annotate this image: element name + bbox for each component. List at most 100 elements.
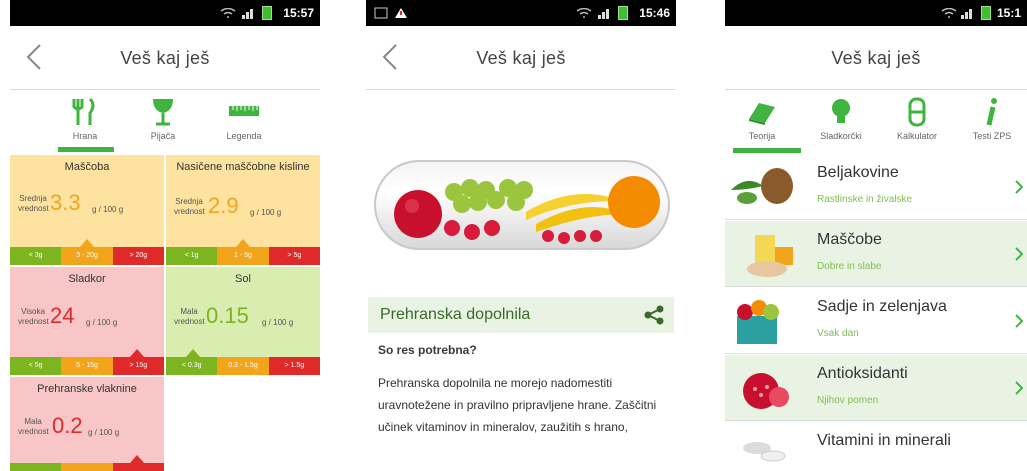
status-bar: 15:57 xyxy=(10,0,320,26)
list-item-title: Vitamini in minerali xyxy=(817,432,951,449)
article-subheading: So res potrebna? xyxy=(378,343,477,357)
active-tab-indicator xyxy=(733,148,801,153)
screen-nutrition-values: 15:57 Veš kaj ješ Hrana Pijača Legenda M… xyxy=(10,0,320,471)
tab-sladkorcki[interactable]: Sladkorčki xyxy=(805,91,877,153)
status-time: 15:1 xyxy=(996,6,1021,20)
nutrient-card-fat[interactable]: Maščoba Srednja vrednost 3.3 g / 100 g <… xyxy=(10,155,164,265)
tab-bar: Hrana Pijača Legenda xyxy=(10,91,320,153)
tab-label: Pijača xyxy=(150,131,176,141)
scale-medium: 0.3 - 1.5g xyxy=(217,357,269,375)
vitamins-image xyxy=(743,442,786,462)
nutrient-card-salt[interactable]: Sol Mala vrednost 0.15 g / 100 g < 0.3g … xyxy=(166,267,320,375)
status-time: 15:57 xyxy=(283,6,314,20)
list-item[interactable]: Sadje in zelenjava Vsak dan xyxy=(725,288,1027,354)
scale-low: < 5g xyxy=(10,357,62,375)
scale-low: < 1g xyxy=(166,247,218,265)
active-tab-indicator xyxy=(58,147,114,152)
list-item-subtitle: Rastlinske in živalske xyxy=(817,194,913,205)
nutrient-qualifier: Visoka vrednost xyxy=(18,307,49,326)
nutrient-name: Prehranske vlaknine xyxy=(37,383,137,395)
level-marker xyxy=(236,239,250,247)
level-scale xyxy=(10,463,164,471)
wifi-icon xyxy=(941,8,957,18)
level-marker xyxy=(186,349,200,357)
tab-label: Hrana xyxy=(72,131,98,141)
level-marker xyxy=(80,239,94,247)
nutrient-unit: g / 100 g xyxy=(88,428,120,437)
scale-medium: 1 - 5g xyxy=(217,247,269,265)
app-bar: Veš kaj ješ xyxy=(366,26,676,90)
nutrient-card-sugar[interactable]: Sladkor Visoka vrednost 24 g / 100 g < 5… xyxy=(10,267,164,375)
wine-glass-icon xyxy=(153,99,173,126)
nutrient-name: Sol xyxy=(235,273,251,285)
status-bar: 15:1 xyxy=(725,0,1027,26)
app-bar: Veš kaj ješ xyxy=(725,26,1027,90)
level-marker xyxy=(130,349,144,357)
warning-icon xyxy=(395,8,407,18)
list-item-subtitle: Dobre in slabe xyxy=(817,261,882,272)
scale-high: > 20g xyxy=(112,247,164,265)
level-scale: < 1g 1 - 5g > 5g xyxy=(166,247,320,265)
tab-bar: Teorija Sladkorčki Kalkulator Testi ZPS xyxy=(725,91,1027,153)
list-item[interactable]: Beljakovine Rastlinske in živalske xyxy=(725,154,1027,220)
app-title: Veš kaj ješ xyxy=(120,48,210,68)
nutrient-qualifier: Srednja vrednost xyxy=(18,194,49,213)
list-item[interactable]: Vitamini in minerali xyxy=(725,422,1027,471)
wifi-icon xyxy=(576,8,592,18)
tab-kalkulator[interactable]: Kalkulator xyxy=(881,91,953,153)
scale-high: > 1.5g xyxy=(268,357,320,375)
nutrient-value: 0.15 xyxy=(206,303,249,328)
fats-image xyxy=(747,235,793,277)
status-time: 15:46 xyxy=(639,6,670,20)
chevron-right-icon xyxy=(1015,247,1023,261)
info-icon xyxy=(986,98,997,126)
signal-icon xyxy=(242,9,253,19)
list-item[interactable]: Antioksidanti Njihov pomen xyxy=(725,355,1027,421)
beans-image xyxy=(731,168,793,204)
signal-icon xyxy=(961,9,972,19)
battery-icon xyxy=(981,6,991,20)
scale-low: < 3g xyxy=(10,247,62,265)
tab-legenda[interactable]: Legenda xyxy=(206,91,282,153)
scale-high: > 5g xyxy=(268,247,320,265)
chevron-right-icon xyxy=(1015,180,1023,194)
ruler-icon xyxy=(229,106,259,116)
list-item-title: Sadje in zelenjava xyxy=(817,298,947,315)
level-scale: < 3g 3 - 20g > 20g xyxy=(10,247,164,265)
list-item-title: Antioksidanti xyxy=(817,365,908,382)
app-title: Veš kaj ješ xyxy=(831,48,921,68)
tab-testi-zps[interactable]: Testi ZPS xyxy=(957,91,1027,153)
battery-icon xyxy=(262,6,272,20)
tab-pijaca[interactable]: Pijača xyxy=(128,91,198,153)
tab-label: Kalkulator xyxy=(896,131,938,141)
tab-hrana[interactable]: Hrana xyxy=(50,91,120,153)
signal-icon xyxy=(598,9,609,19)
nutrient-name: Sladkor xyxy=(68,273,106,285)
list-item-title: Maščobe xyxy=(817,231,882,248)
nutrient-value: 2.9 xyxy=(208,193,239,218)
nutrient-card-saturated-fat[interactable]: Nasičene maščobne kisline Srednja vredno… xyxy=(166,155,320,265)
nutrient-value: 0.2 xyxy=(52,413,83,438)
nutrient-unit: g / 100 g xyxy=(250,208,282,217)
book-icon xyxy=(749,103,775,125)
list-item-subtitle: Vsak dan xyxy=(817,328,859,339)
nutrient-unit: g / 100 g xyxy=(92,205,124,214)
share-icon[interactable] xyxy=(644,305,664,325)
chevron-right-icon xyxy=(1015,381,1023,395)
nutrient-name: Nasičene maščobne kisline xyxy=(176,161,310,173)
battery-icon xyxy=(618,6,628,20)
nutrient-card-fiber[interactable]: Prehranske vlaknine Mala vrednost 0.2 g … xyxy=(10,377,164,471)
scale-medium: 3 - 20g xyxy=(61,247,113,265)
screen-article: 15:46 Veš kaj ješ Prehranska dopolnila S… xyxy=(366,0,676,471)
scale-low xyxy=(10,463,62,471)
tab-label: Legenda xyxy=(226,131,262,141)
list-item[interactable]: Maščobe Dobre in slabe xyxy=(725,221,1027,287)
screen-theory-list: 15:1 Veš kaj ješ Teorija Sladkorčki Kalk… xyxy=(725,0,1027,471)
scale-medium xyxy=(61,463,113,471)
tab-label: Teorija xyxy=(748,131,776,141)
section-title: Prehranska dopolnila xyxy=(380,306,531,323)
tab-teorija[interactable]: Teorija xyxy=(727,91,797,153)
tab-label: Sladkorčki xyxy=(820,131,862,141)
section-header: Prehranska dopolnila xyxy=(368,297,674,333)
fruit-capsule-image xyxy=(394,176,660,244)
